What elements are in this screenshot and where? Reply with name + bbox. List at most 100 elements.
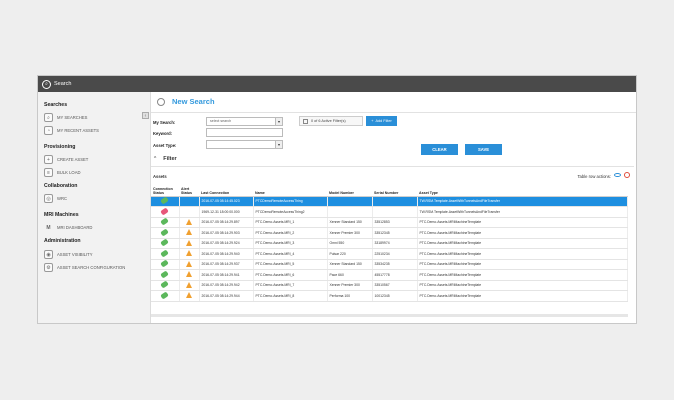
asset-type-cell: PTC.Demo.Assets.MRIMachineTemplate [417,248,628,260]
remove-icon[interactable] [624,172,630,178]
table-row[interactable]: 2016-07-05 08:14:29.944 PTC.Demo.Assets.M… [151,290,628,302]
table-row[interactable]: 2016-07-05 08:14:29.937 PTC.Demo.Assets.M… [151,259,628,270]
chevron-up-icon: ⌃ [153,156,158,162]
app-title: Search [54,81,72,87]
table-row[interactable]: 1969-12-31 18:00:00.000 PTCDemoRemoteAcce… [151,206,628,218]
sidebar-item-asset-visibility[interactable]: ◉ ASSET VISIBILITY [44,250,93,259]
model-number-cell: Omni 550 [327,238,373,249]
filter-header[interactable]: ⌃ Filter [153,156,177,162]
plug-connected-icon [160,249,170,258]
connection-status-cell [151,196,180,207]
sidebar-item-recent-assets[interactable]: ◔ MY RECENT ASSETS [44,126,99,135]
asset-type-cell: PTC.Demo.Assets.MRIMachineTemplate [417,269,628,281]
sidebar-item-my-searches[interactable]: ⌕ MY SEARCHES [44,113,87,122]
collapse-sidebar-button[interactable]: ‹ [142,112,149,119]
last-connection-cell: 2016-07-05 08:14:29.940 [199,248,254,260]
name-cell: PTC.Demo.Assets.MRI_4 [253,248,328,260]
sidebar-item-asset-search-configuration[interactable]: ⚙ ASSET SEARCH CONFIGURATION [44,263,125,272]
my-search-select[interactable]: select search ▾ [206,117,283,126]
eye-icon[interactable] [614,173,621,177]
table-row[interactable]: 2016-07-05 08:14:45.023 PTCDemoRemoteAcce… [151,196,628,207]
table-header-row: Connection Status Alert Status Last Conn… [151,183,628,197]
serial-number-cell [372,206,418,218]
model-number-cell: Xenner Standard 150 [327,259,373,270]
model-number-cell: Xenner Standard 150 [327,217,373,228]
warning-icon [186,281,192,288]
table-row[interactable]: 2016-07-05 08:14:29.940 PTC.Demo.Assets.M… [151,248,628,260]
asset-type-select[interactable]: ▾ [206,140,283,149]
asset-type-cell: PTC.Demo.Assets.MRIMachineTemplate [417,290,628,302]
table-row[interactable]: 2016-07-05 08:14:29.941 PTC.Demo.Assets.M… [151,269,628,281]
add-filter-button[interactable]: + Add Filter [366,116,397,126]
table-row[interactable]: 2016-07-05 08:14:29.903 PTC.Demo.Assets.M… [151,227,628,239]
asset-type-cell: PTC.Demo.Assets.MRIMachineTemplate [417,280,628,291]
name-cell: PTCDemoRemoteAccessThing [253,196,328,207]
column-header[interactable]: Alert Status [179,183,199,197]
keyword-label: Keyword: [153,131,173,136]
asset-type-cell: PTC.Demo.Assets.MRIMachineTemplate [417,238,628,249]
sidebar-item-mri-dashboard[interactable]: M MRI DASHBOARD [44,223,92,232]
serial-number-cell: 10012345 [372,290,418,302]
name-cell: PTCDemoRemoteAccessThing2 [253,206,328,218]
column-header[interactable]: Model Number [327,183,372,197]
save-button[interactable]: SAVE [465,144,502,155]
alert-status-cell [179,290,200,302]
horizontal-scrollbar[interactable] [151,314,628,317]
connection-status-cell [151,280,180,291]
table-row[interactable]: 2016-07-05 08:14:29.924 PTC.Demo.Assets.M… [151,238,628,249]
keyword-input[interactable] [206,128,283,137]
divider [151,166,634,167]
sidebar-item-create-asset[interactable]: + CREATE ASSET [44,155,88,164]
column-header[interactable]: Serial Number [372,183,417,197]
sidebar-item-bulk-load[interactable]: ≡ BULK LOAD [44,168,81,177]
alert-status-cell [179,280,200,291]
connection-status-cell [151,259,180,270]
chevron-down-icon: ▾ [275,141,282,148]
table-row-actions-label: Table row actions: [577,174,611,179]
sidebar-section-administration: Administration [44,238,81,244]
warning-icon [186,260,192,267]
model-number-cell: Pace 660 [327,269,373,281]
column-header[interactable]: Asset Type [417,183,628,197]
alert-status-cell [179,248,200,260]
alert-status-cell [179,227,200,239]
warning-icon [186,292,192,299]
bulk-load-icon: ≡ [44,168,53,177]
alert-status-cell [179,196,200,207]
serial-number-cell: 33512853 [372,217,418,228]
plug-connected-icon [160,228,170,237]
alert-status-cell [179,217,200,228]
asset-type-cell: TW.RSM.Template.AssetWithTunnelsAndFileT… [417,206,628,218]
serial-number-cell: 33512345 [372,227,418,239]
plug-disconnected-icon [160,207,170,216]
column-header[interactable]: Last Connection [199,183,253,197]
warning-icon [186,271,192,278]
model-number-cell: Pulsar 220 [327,248,373,260]
connection-status-cell [151,206,180,218]
chevron-down-icon: ▾ [275,118,282,125]
name-cell: PTC.Demo.Assets.MRI_7 [253,280,328,291]
model-number-cell [327,206,373,218]
name-cell: PTC.Demo.Assets.MRI_5 [253,259,328,270]
name-cell: PTC.Demo.Assets.MRI_1 [253,217,328,228]
my-search-label: My Search: [153,120,176,125]
asset-type-cell: PTC.Demo.Assets.MRIMachineTemplate [417,227,628,239]
column-header[interactable]: Name [253,183,327,197]
warning-icon [186,239,192,246]
column-header[interactable]: Connection Status [151,183,179,197]
plug-connected-icon [160,291,170,300]
sidebar-section-searches: Searches [44,102,68,108]
serial-number-cell: 22510234 [372,248,418,260]
sidebar-item-wrc[interactable]: ◎ WRC [44,194,67,203]
plug-connected-icon [160,270,170,279]
table-row[interactable]: 2016-07-05 08:14:29.942 PTC.Demo.Assets.M… [151,280,628,291]
last-connection-cell: 2016-07-05 08:14:29.941 [199,269,254,281]
name-cell: PTC.Demo.Assets.MRI_8 [253,290,328,302]
clear-button[interactable]: CLEAR [421,144,458,155]
searches-icon: ⌕ [44,113,53,122]
active-filter-count: 0 of 6 Active Filter(s) [299,116,363,126]
table-row[interactable]: 2016-07-05 08:14:29.897 PTC.Demo.Assets.M… [151,217,628,228]
alert-status-cell [179,259,200,270]
plug-connected-icon [160,259,170,268]
serial-number-cell [372,196,418,207]
